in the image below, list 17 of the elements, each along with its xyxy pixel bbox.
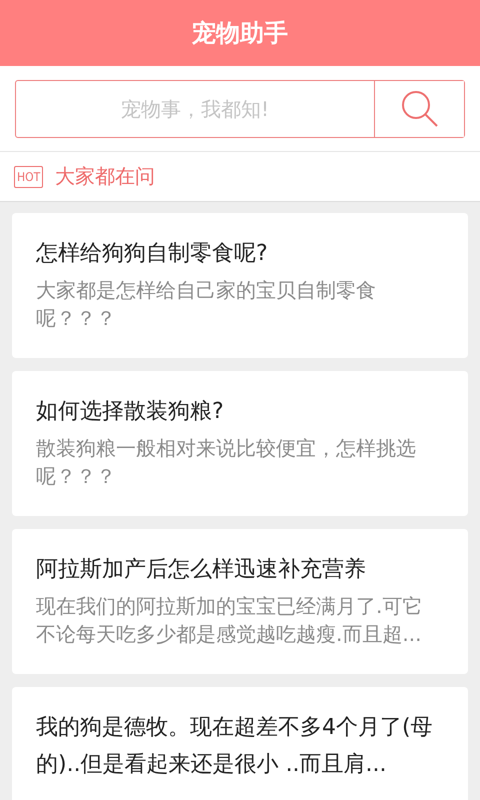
question-card[interactable]: 我的狗是德牧。现在超差不多4个月了(母的)..但是看起来还是很小 ..而且肩...: [12, 687, 468, 800]
search-field[interactable]: 宠物事，我都知!: [15, 80, 465, 138]
question-card[interactable]: 怎样给狗狗自制零食呢? 大家都是怎样给自己家的宝贝自制零食呢？？？: [12, 213, 468, 358]
question-summary: 现在我们的阿拉斯加的宝宝已经满月了.可它不论每天吃多少都是感觉越吃越瘦.而且超...: [36, 593, 424, 648]
search-icon: [400, 88, 440, 128]
question-card[interactable]: 如何选择散装狗粮? 散装狗粮一般相对来说比较便宜，怎样挑选呢？？？: [12, 371, 468, 516]
question-summary: 散装狗粮一般相对来说比较便宜，怎样挑选呢？？？: [36, 435, 417, 490]
search-button[interactable]: [374, 80, 464, 136]
section-title: 大家都在问: [55, 163, 156, 190]
hot-badge: HOT: [14, 166, 44, 188]
question-title: 阿拉斯加产后怎么样迅速补充营养: [36, 556, 367, 584]
question-card[interactable]: 阿拉斯加产后怎么样迅速补充营养 现在我们的阿拉斯加的宝宝已经满月了.可它不论每天吃多少都是感觉越吃越瘦.而且超...: [12, 529, 468, 674]
app-title: 宠物助手: [192, 18, 288, 49]
question-summary: 大家都是怎样给自己家的宝贝自制零食呢？？？: [36, 277, 377, 332]
question-title: 我的狗是德牧。现在超差不多4个月了(母的)..但是看起来还是很小 ..而且肩...: [36, 714, 434, 779]
question-title: 如何选择散装狗粮?: [36, 398, 225, 426]
question-title: 怎样给狗狗自制零食呢?: [36, 240, 269, 268]
